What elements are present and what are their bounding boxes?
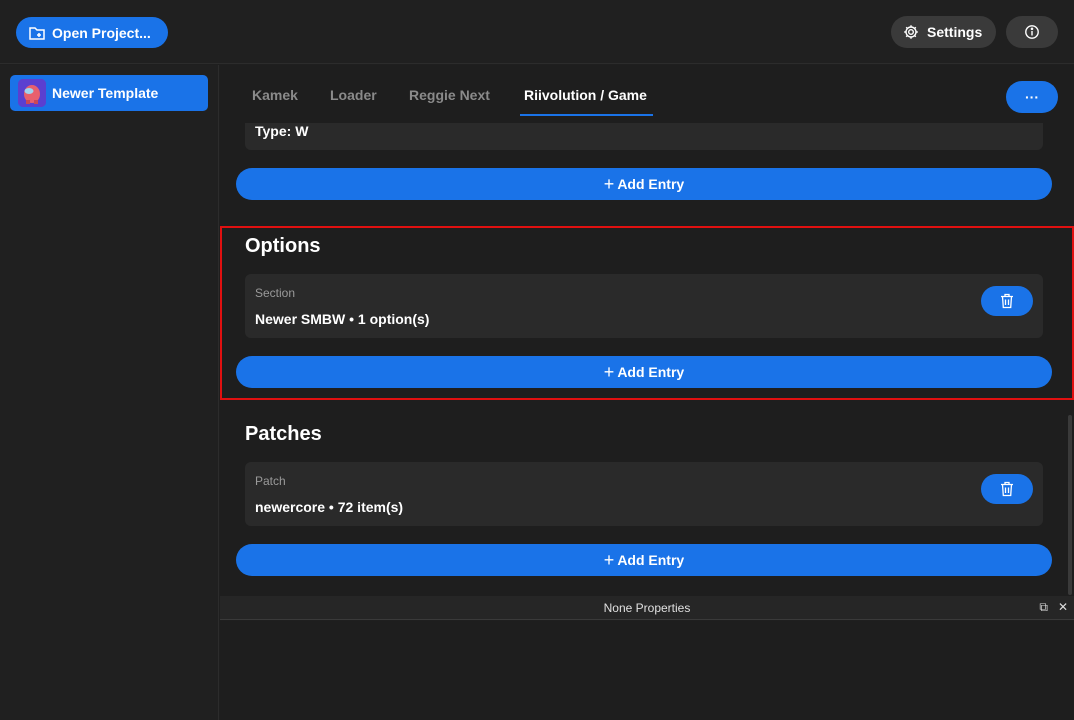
trash-icon [1001,481,1013,497]
more-options-button[interactable]: ··· [1006,81,1058,113]
trash-icon [1001,293,1013,309]
patches-section-title: Patches [245,423,322,445]
add-entry-label: Add Entry [617,364,685,380]
tab-riivolution-game[interactable]: Riivolution / Game [524,87,647,103]
entry-value: Newer SMBW • 1 option(s) [255,311,430,327]
tab-bar: Kamek Loader Reggie Next Riivolution / G… [220,65,1074,123]
tab-reggie-next[interactable]: Reggie Next [409,87,490,103]
active-tab-indicator [520,114,653,116]
add-entry-label: Add Entry [617,552,685,568]
undock-icon[interactable]: ⧉ [1039,600,1048,615]
sidebar-item-label: Newer Template [52,85,159,101]
main-panel: Kamek Loader Reggie Next Riivolution / G… [220,65,1074,596]
settings-button[interactable]: Settings [891,16,996,48]
close-icon[interactable]: ✕ [1058,600,1068,615]
entry-label: Section [255,286,296,300]
folder-add-icon [29,26,45,40]
gear-icon [904,25,918,39]
settings-label: Settings [927,24,983,40]
top-toolbar: Open Project... Settings [0,0,1074,64]
list-item: Patch newercore • 72 item(s) [245,462,1043,526]
info-icon [1025,25,1039,39]
list-item: Section Newer SMBW • 1 option(s) [245,274,1043,338]
add-entry-button[interactable]: + Add Entry [236,544,1052,576]
properties-panel-body [220,621,1074,720]
options-section-title: Options [245,235,321,257]
entry-value: newercore • 72 item(s) [255,499,404,515]
properties-panel-title: None Properties [603,600,691,615]
entry-label: Patch [255,474,286,488]
add-entry-button[interactable]: + Add Entry [236,356,1052,388]
tab-kamek[interactable]: Kamek [252,87,298,103]
plus-icon: + [603,549,615,570]
plus-icon: + [603,361,615,382]
tab-loader[interactable]: Loader [330,87,377,103]
properties-panel-header: None Properties ⧉ ✕ [220,596,1074,620]
scrollbar[interactable] [1068,415,1072,595]
open-project-label: Open Project... [52,24,151,41]
sidebar: Newer Template [0,65,219,720]
sidebar-item-newer-template[interactable]: Newer Template [10,75,208,111]
open-project-button[interactable]: Open Project... [16,17,168,48]
delete-button[interactable] [981,474,1033,504]
plus-icon: + [603,173,615,194]
info-button[interactable] [1006,16,1058,48]
add-entry-label: Add Entry [617,176,685,192]
delete-button[interactable] [981,286,1033,316]
project-icon [18,79,46,107]
add-entry-button[interactable]: + Add Entry [236,168,1052,200]
entry-value: Type: W [255,123,309,139]
